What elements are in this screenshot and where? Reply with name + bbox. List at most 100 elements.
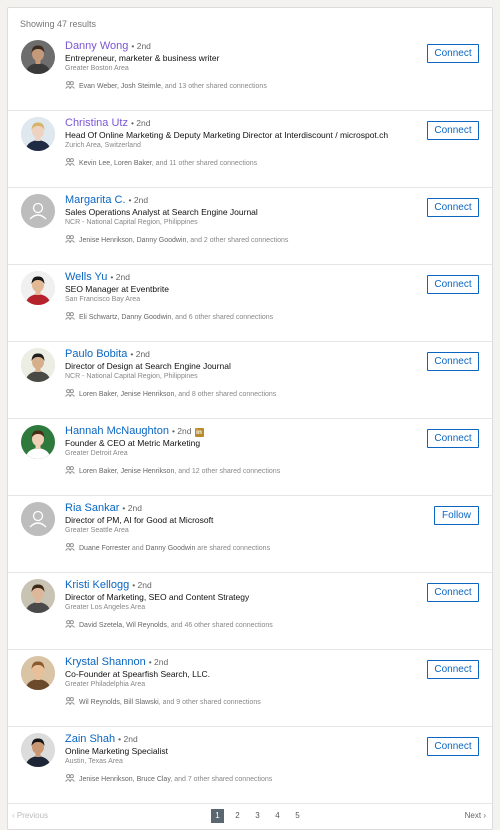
profile-name-link[interactable]: Hannah McNaughton <box>65 425 169 437</box>
result-item: Hannah McNaughton • 2nd in Founder & CEO at… <box>8 419 492 496</box>
shared-connection-names[interactable]: Wil Reynolds, Bill Slawski <box>79 699 159 706</box>
shared-connections-text: Evan Weber, Josh Steimle, and 13 other s… <box>79 83 267 90</box>
page-4-link[interactable]: 4 <box>271 809 284 823</box>
shared-connection-names[interactable]: Jenise Henrikson, Bruce Clay <box>79 776 170 783</box>
connect-button[interactable]: Connect <box>427 198 479 217</box>
profile-location: San Francisco Bay Area <box>65 296 141 303</box>
shared-connections-count: , and 11 other shared connections <box>151 159 258 167</box>
profile-name-link[interactable]: Wells Yu <box>65 271 107 283</box>
result-item: Paulo Bobita • 2nd Director of Design at S… <box>8 342 492 419</box>
shared-connections[interactable]: Eli Schwartz, Danny Goodwin, and 6 other… <box>65 312 273 322</box>
shared-connections-count: , and 9 other shared connections <box>158 698 261 706</box>
profile-name-link[interactable]: Danny Wong <box>65 40 128 52</box>
shared-connection-names[interactable]: Duane Forrester <box>79 545 130 552</box>
connection-degree: • 2nd <box>130 349 150 359</box>
profile-photo[interactable] <box>21 40 55 74</box>
page-1-link[interactable]: 1 <box>211 809 224 823</box>
profile-location: NCR - National Capital Region, Philippin… <box>65 219 198 226</box>
linkedin-premium-icon: in <box>194 428 204 437</box>
people-icon <box>65 620 75 630</box>
default-avatar[interactable] <box>21 194 55 228</box>
shared-connections[interactable]: Jenise Henrikson, Danny Goodwin, and 2 o… <box>65 235 288 245</box>
shared-connection-names[interactable]: Evan Weber, Josh Steimle <box>79 83 161 90</box>
shared-connections[interactable]: Loren Baker, Jenise Henrikson, and 12 ot… <box>65 466 280 476</box>
result-item: Margarita C. • 2nd Sales Operations Analys… <box>8 188 492 265</box>
profile-name-link[interactable]: Zain Shah <box>65 733 115 745</box>
connection-degree: • 2nd <box>128 195 149 205</box>
shared-connection-names[interactable]: David Szetela, Wil Reynolds <box>79 622 167 629</box>
shared-connections[interactable]: Kevin Lee, Loren Baker, and 11 other sha… <box>65 158 257 168</box>
shared-connection-names[interactable]: Danny Goodwin <box>146 545 196 552</box>
people-icon <box>65 235 75 245</box>
shared-connections-text: Eli Schwartz, Danny Goodwin, and 6 other… <box>79 314 273 321</box>
connection-degree: • 2nd <box>132 580 152 590</box>
connect-button[interactable]: Connect <box>427 44 479 63</box>
name-line: Paulo Bobita • 2nd <box>65 347 150 360</box>
shared-connections-joiner: and <box>129 544 146 552</box>
pagination: ‹ Previous 12345 Next › <box>8 808 492 826</box>
profile-name-link[interactable]: Kristi Kellogg <box>65 579 129 591</box>
shared-connections-text: Kevin Lee, Loren Baker, and 11 other sha… <box>79 160 257 167</box>
profile-name-link[interactable]: Krystal Shannon <box>65 656 146 668</box>
profile-name-link[interactable]: Ria Sankar <box>65 502 119 514</box>
result-item: Kristi Kellogg • 2nd Director of Marketing… <box>8 573 492 650</box>
page-3-link[interactable]: 3 <box>251 809 264 823</box>
shared-connection-names[interactable]: Loren Baker, Jenise Henrikson <box>79 468 174 475</box>
next-page-link[interactable]: Next › <box>465 811 486 820</box>
follow-button[interactable]: Follow <box>434 506 479 525</box>
people-icon <box>65 158 75 168</box>
profile-photo[interactable] <box>21 656 55 690</box>
profile-photo[interactable] <box>21 271 55 305</box>
shared-connection-names[interactable]: Jenise Henrikson, Danny Goodwin <box>79 237 186 244</box>
profile-location: Austin, Texas Area <box>65 758 123 765</box>
shared-connections-count: , and 2 other shared connections <box>186 236 289 244</box>
profile-headline: Director of Design at Search Engine Jour… <box>65 361 231 371</box>
shared-connections-text: Jenise Henrikson, Danny Goodwin, and 2 o… <box>79 237 288 244</box>
profile-photo[interactable] <box>21 348 55 382</box>
profile-name-link[interactable]: Margarita C. <box>65 194 126 206</box>
shared-connections[interactable]: Jenise Henrikson, Bruce Clay, and 7 othe… <box>65 774 272 784</box>
profile-headline: SEO Manager at Eventbrite <box>65 284 169 294</box>
profile-photo[interactable] <box>21 117 55 151</box>
result-item: Christina Utz • 2nd Head Of Online Marketi… <box>8 111 492 188</box>
shared-connection-names[interactable]: Eli Schwartz, Danny Goodwin <box>79 314 171 321</box>
default-avatar[interactable] <box>21 502 55 536</box>
people-icon <box>65 312 75 322</box>
profile-name-link[interactable]: Christina Utz <box>65 117 128 129</box>
profile-photo[interactable] <box>21 579 55 613</box>
connect-button[interactable]: Connect <box>427 429 479 448</box>
people-icon <box>65 774 75 784</box>
connect-button[interactable]: Connect <box>427 737 479 756</box>
shared-connections-text: Wil Reynolds, Bill Slawski, and 9 other … <box>79 699 261 706</box>
shared-connections[interactable]: David Szetela, Wil Reynolds, and 46 othe… <box>65 620 273 630</box>
profile-photo[interactable] <box>21 425 55 459</box>
shared-connection-names[interactable]: Loren Baker, Jenise Henrikson <box>79 391 174 398</box>
connect-button[interactable]: Connect <box>427 121 479 140</box>
connect-button[interactable]: Connect <box>427 583 479 602</box>
shared-connections-text: Loren Baker, Jenise Henrikson, and 12 ot… <box>79 468 280 475</box>
previous-page-link[interactable]: ‹ Previous <box>12 811 48 820</box>
people-icon <box>65 466 75 476</box>
people-icon <box>65 81 75 91</box>
shared-connections-count: are shared connections <box>195 544 271 552</box>
connect-button[interactable]: Connect <box>427 275 479 294</box>
name-line: Zain Shah • 2nd <box>65 732 138 745</box>
name-line: Wells Yu • 2nd <box>65 270 130 283</box>
connection-degree: • 2nd <box>148 657 169 667</box>
shared-connections[interactable]: Loren Baker, Jenise Henrikson, and 8 oth… <box>65 389 276 399</box>
shared-connections[interactable]: Evan Weber, Josh Steimle, and 13 other s… <box>65 81 267 91</box>
results-count: Showing 47 results <box>20 19 97 29</box>
profile-headline: Director of Marketing, SEO and Content S… <box>65 592 250 602</box>
connect-button[interactable]: Connect <box>427 660 479 679</box>
shared-connections[interactable]: Wil Reynolds, Bill Slawski, and 9 other … <box>65 697 261 707</box>
connection-degree: • 2nd <box>118 734 138 744</box>
page-5-link[interactable]: 5 <box>291 809 304 823</box>
shared-connections[interactable]: Duane Forrester and Danny Goodwin are sh… <box>65 543 270 553</box>
page-2-link[interactable]: 2 <box>231 809 244 823</box>
profile-name-link[interactable]: Paulo Bobita <box>65 348 127 360</box>
profile-location: Greater Boston Area <box>65 65 129 72</box>
connect-button[interactable]: Connect <box>427 352 479 371</box>
shared-connection-names[interactable]: Kevin Lee, Loren Baker <box>79 160 152 167</box>
profile-photo[interactable] <box>21 733 55 767</box>
name-line: Hannah McNaughton • 2nd in <box>65 424 204 437</box>
